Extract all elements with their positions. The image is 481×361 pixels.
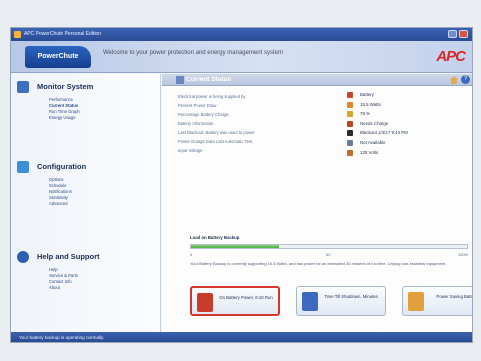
nav-heading-label: Configuration (37, 162, 87, 171)
window-title: APC PowerChute Personal Edition (24, 31, 101, 37)
nav-item[interactable]: Energy Usage (49, 115, 161, 121)
load-note: Your Battery Backup is currently support… (190, 261, 447, 266)
scale-max: 100% (458, 252, 469, 257)
scale-mid: 50 (326, 252, 331, 257)
status-label: Input Voltage (178, 148, 203, 153)
status-value: 78 % (344, 109, 408, 119)
action-button-label: Time Till Shutdown, Minutes (324, 294, 378, 299)
status-bar: Your battery backup is operating normall… (11, 332, 472, 342)
test-icon (347, 139, 353, 146)
nav-section: Configuration Options Schedule Notification… (11, 160, 161, 207)
title-bar: APC PowerChute Personal Edition (11, 28, 472, 41)
status-value-text: Blackout 1/4/17 9:43 PM (360, 130, 408, 136)
status-label: Percentage Battery Charge (178, 112, 229, 117)
app-icon (14, 31, 21, 38)
status-value: 125 Volts (344, 148, 408, 158)
nav-heading[interactable]: Help and Support (11, 250, 161, 264)
status-value: Blackout 1/4/17 9:43 PM (344, 128, 408, 138)
sidebar: Monitor System Performance Current Status R… (11, 74, 161, 332)
status-label: Present Power Draw (178, 103, 217, 108)
action-button[interactable]: Power Saving Battery (402, 286, 472, 316)
help-icon[interactable]: ? (461, 75, 470, 84)
main-content: Current Status ? Electrical power is bei… (162, 74, 472, 332)
banner: PowerChute Welcome to your power protect… (11, 41, 472, 73)
blackout-icon (347, 130, 353, 137)
configuration-icon (17, 161, 29, 173)
voltage-icon (347, 149, 353, 156)
status-label: Last Blackout: Battery was used to power (178, 130, 255, 135)
status-label: Electrical power is being supplied by (178, 94, 246, 99)
app-window: APC PowerChute Personal Edition PowerChu… (10, 27, 473, 343)
action-button[interactable]: On Battery Power, 8:10 Run (190, 286, 280, 316)
status-value: 15.5 Watts (344, 100, 408, 110)
apc-logo: APC (436, 48, 466, 65)
help-support-icon (17, 251, 29, 263)
status-value-text: 78 % (360, 111, 371, 117)
shutdown-timer-icon (302, 292, 318, 311)
scale-min: 0 (190, 252, 193, 257)
nav-section: Help and Support Help Service & Parts Conta… (11, 250, 161, 291)
status-value: Needs Charge (344, 119, 408, 129)
status-value: Not Available (344, 138, 408, 148)
status-values: Battery 15.5 Watts 78 % Needs Charge Blackou… (344, 90, 408, 157)
power-saving-icon (408, 292, 424, 311)
plug-icon (347, 120, 353, 127)
nav-heading[interactable]: Configuration (11, 160, 161, 174)
nav-heading-label: Monitor System (37, 82, 94, 91)
nav-heading[interactable]: Monitor System (11, 80, 161, 94)
action-button-label: Power Saving Battery (436, 294, 472, 299)
status-label: Power Outage Data Last Automatic Test (178, 139, 253, 144)
nav-item-list: Options Schedule Notifications Sensitivity A… (11, 177, 161, 207)
power-icon (347, 101, 353, 108)
status-value-text: Needs Charge (360, 120, 389, 126)
nav-item-list: Performance Current Status Run Time Graph E… (11, 97, 161, 121)
window-controls (448, 30, 468, 38)
nav-heading-label: Help and Support (37, 252, 100, 261)
welcome-text: Welcome to your power protection and ene… (103, 50, 283, 56)
status-value-text: 125 Volts (360, 149, 379, 155)
action-button-label: On Battery Power, 8:10 Run (219, 295, 273, 300)
powerchute-logo: PowerChute (25, 46, 91, 68)
nav-item-list: Help Service & Parts Contact Info About (11, 267, 161, 291)
minimize-button[interactable] (448, 30, 457, 38)
section-header: Current Status ? (162, 74, 472, 86)
load-label: Load on Battery Backup (190, 235, 240, 240)
action-button[interactable]: Time Till Shutdown, Minutes (296, 286, 386, 316)
nav-item[interactable]: Advanced (49, 201, 161, 207)
load-progress-bar (190, 244, 468, 249)
status-value-text: 15.5 Watts (360, 101, 381, 107)
charge-icon (347, 111, 353, 118)
page-title: Current Status (186, 76, 232, 83)
status-label: Battery Information (178, 121, 214, 126)
nav-section: Monitor System Performance Current Status R… (11, 80, 161, 121)
status-value: Battery (344, 90, 408, 100)
load-progress-fill (191, 245, 280, 248)
status-labels: Electrical power is being supplied by Pre… (178, 92, 255, 155)
home-icon[interactable] (450, 76, 458, 84)
status-value-text: Not Available (360, 139, 386, 145)
battery-button-icon (197, 293, 213, 312)
close-button[interactable] (459, 30, 468, 38)
status-icon (176, 76, 184, 84)
status-value-text: Battery (360, 92, 374, 97)
nav-item[interactable]: About (49, 285, 161, 291)
battery-icon (347, 92, 353, 98)
monitor-icon (17, 81, 29, 93)
